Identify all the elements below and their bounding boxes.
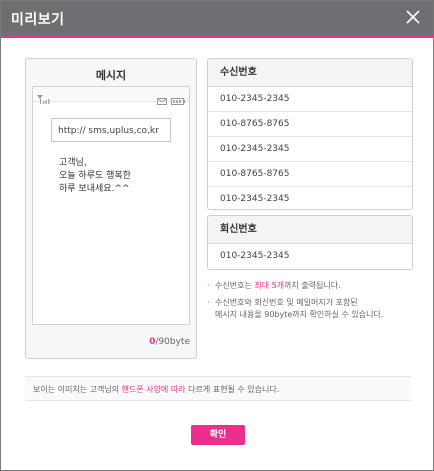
disclaimer-highlight: 핸드폰 사양에 따라 <box>121 385 186 394</box>
recipient-number: 010-2345-2345 <box>208 137 412 162</box>
message-icon <box>157 90 167 109</box>
recipient-number: 010-2345-2345 <box>208 87 412 112</box>
note-max-recipients: 수신번호는 최대 5개까지 출력됩니다. <box>207 280 417 292</box>
dialog-titlebar: 미리보기 <box>1 1 433 38</box>
reply-header: 회신번호 <box>208 216 412 244</box>
note-byte-limit: 수신번호와 회신번호 및 메일머지가 포함된메시지 내용을 90byte까지 확… <box>207 297 417 321</box>
confirm-button[interactable]: 확인 <box>191 425 245 445</box>
note-highlight: 최대 5개 <box>254 281 285 290</box>
signal-icon <box>37 89 51 108</box>
reply-number: 010-2345-2345 <box>220 251 290 261</box>
recipient-number: 010-2345-2345 <box>220 194 290 204</box>
phone-screen: http:// sms,uplus,co,kr 고객님, 오늘 하루도 행복한 … <box>32 86 190 325</box>
phone-status-bar <box>33 87 189 105</box>
reply-panel: 회신번호 010-2345-2345 <box>207 215 413 270</box>
device-disclaimer: 보이는 이미지는 고객님의 핸드폰 사양에 따라 다르게 표현될 수 있습니다. <box>25 376 411 401</box>
notes: 수신번호는 최대 5개까지 출력됩니다. 수신번호와 회신번호 및 메일머지가 … <box>207 280 417 326</box>
url-box: http:// sms,uplus,co,kr <box>51 118 171 142</box>
recipient-number: 010-8765-8765 <box>208 162 412 187</box>
byte-max: /90byte <box>155 337 190 347</box>
message-text: 고객님, 오늘 하루도 행복한 하루 보내세요.^^ <box>59 158 131 194</box>
byte-counter: 0/90byte <box>149 337 190 347</box>
recipient-header: 수신번호 <box>208 59 412 87</box>
recipient-number: 010-8765-8765 <box>208 112 412 137</box>
battery-icon <box>171 90 185 109</box>
close-icon[interactable] <box>405 9 421 25</box>
dialog-title: 미리보기 <box>11 12 65 28</box>
phone-preview: 메시지 http:// sms,uplus,co,kr 고객님, 오늘 하루도 … <box>25 58 197 359</box>
recipient-panel: 수신번호 010-2345-2345 010-8765-8765 010-234… <box>207 58 413 210</box>
preview-dialog: 미리보기 메시지 http:// sms,uplus,co,kr 고객님, 오늘… <box>0 0 434 471</box>
phone-title: 메시지 <box>95 69 127 82</box>
